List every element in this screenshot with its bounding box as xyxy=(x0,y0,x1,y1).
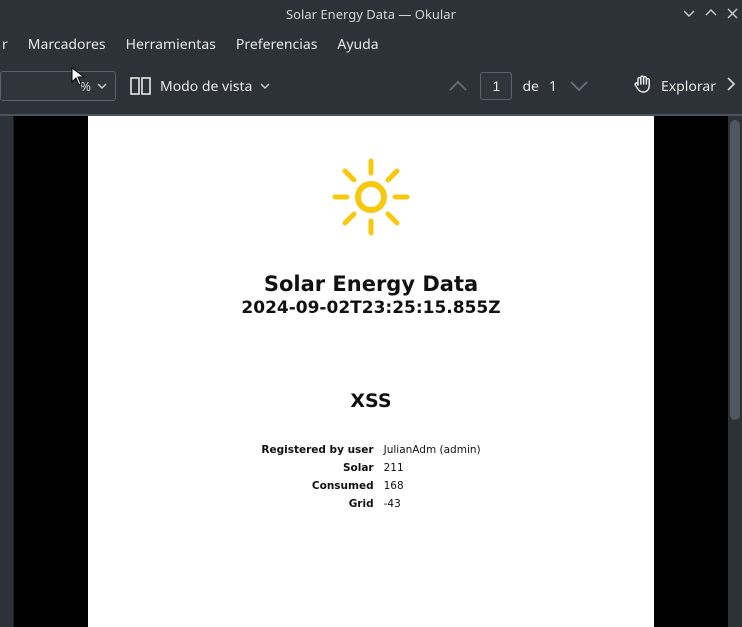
page-total: 1 xyxy=(549,77,557,96)
maximize-icon[interactable] xyxy=(705,7,717,22)
side-panel-sash[interactable] xyxy=(0,116,14,627)
field-label: Registered by user xyxy=(257,442,377,458)
field-label: Grid xyxy=(257,496,377,512)
zoom-combo[interactable]: % xyxy=(0,71,116,101)
table-row: Registered by user JulianAdm (admin) xyxy=(257,442,484,458)
field-value: -43 xyxy=(380,496,485,512)
pdf-page: Solar Energy Data 2024-09-02T23:25:15.85… xyxy=(88,116,654,627)
table-row: Grid -43 xyxy=(257,496,484,512)
page-of: de 1 xyxy=(522,77,557,96)
minimize-icon[interactable] xyxy=(683,7,695,22)
toolbar: % Modo de vista de 1 xyxy=(0,60,742,116)
scrollbar-thumb[interactable] xyxy=(730,120,740,420)
field-value: JulianAdm (admin) xyxy=(380,442,485,458)
view-mode-button[interactable]: Modo de vista xyxy=(130,76,270,96)
menu-bookmarks[interactable]: Marcadores xyxy=(18,29,116,60)
document-viewport: Solar Energy Data 2024-09-02T23:25:15.85… xyxy=(0,116,742,627)
field-label: Solar xyxy=(257,460,377,476)
view-mode-label: Modo de vista xyxy=(160,77,252,96)
menu-preferences[interactable]: Preferencias xyxy=(226,29,328,60)
facing-pages-icon xyxy=(130,76,152,96)
next-page-button[interactable] xyxy=(567,74,591,98)
field-value: 211 xyxy=(380,460,485,476)
sun-icon xyxy=(88,154,654,240)
document-section: XSS xyxy=(88,390,654,412)
menu-cutoff[interactable]: r xyxy=(0,29,18,60)
document-title: Solar Energy Data xyxy=(88,272,654,296)
title-bar: Solar Energy Data — Okular xyxy=(0,0,742,28)
menu-bar: r Marcadores Herramientas Preferencias A… xyxy=(0,28,742,60)
window-controls xyxy=(683,0,738,28)
zoom-value: % xyxy=(9,77,97,95)
close-icon[interactable] xyxy=(727,7,738,22)
chevron-down-icon xyxy=(260,83,270,90)
toolbar-right: Explorar xyxy=(633,73,736,100)
table-row: Consumed 168 xyxy=(257,478,484,494)
field-value: 168 xyxy=(380,478,485,494)
hand-icon xyxy=(633,73,653,100)
toolbar-overflow-icon[interactable] xyxy=(726,75,736,97)
field-label: Consumed xyxy=(257,478,377,494)
menu-tools[interactable]: Herramientas xyxy=(116,29,226,60)
menu-help[interactable]: Ayuda xyxy=(327,29,388,60)
explore-button[interactable]: Explorar xyxy=(633,73,716,100)
explore-label: Explorar xyxy=(661,77,716,96)
page-number-input[interactable] xyxy=(480,72,512,100)
document-timestamp: 2024-09-02T23:25:15.855Z xyxy=(88,298,654,318)
vertical-scrollbar[interactable] xyxy=(728,116,742,627)
page-of-label: de xyxy=(522,77,539,96)
window-title: Solar Energy Data — Okular xyxy=(286,5,456,23)
table-row: Solar 211 xyxy=(257,460,484,476)
chevron-down-icon xyxy=(97,79,107,94)
page-nav: de 1 xyxy=(446,72,591,100)
data-table: Registered by user JulianAdm (admin) Sol… xyxy=(255,440,486,514)
prev-page-button[interactable] xyxy=(446,74,470,98)
